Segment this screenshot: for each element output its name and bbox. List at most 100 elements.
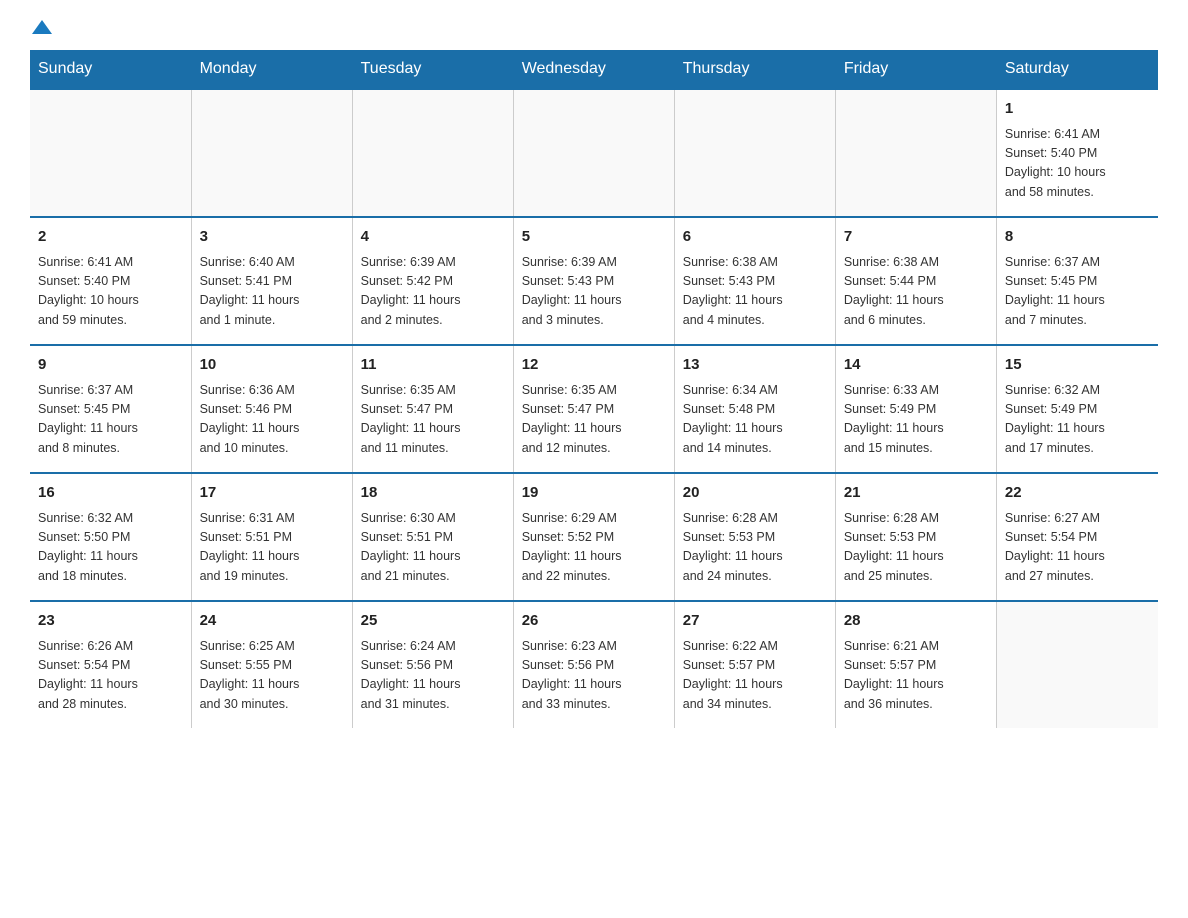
day-number: 9 — [38, 354, 183, 377]
day-info: Sunrise: 6:38 AM Sunset: 5:43 PM Dayligh… — [683, 253, 827, 331]
day-number: 28 — [844, 610, 988, 633]
calendar-cell: 20 Sunrise: 6:28 AM Sunset: 5:53 PM Dayli… — [674, 473, 835, 601]
day-info: Sunrise: 6:39 AM Sunset: 5:43 PM Dayligh… — [522, 253, 666, 331]
calendar-week-row: 16 Sunrise: 6:32 AM Sunset: 5:50 PM Dayli… — [30, 473, 1158, 601]
day-number: 11 — [361, 354, 505, 377]
day-number: 5 — [522, 226, 666, 249]
page-header — [30, 20, 1158, 34]
day-info: Sunrise: 6:41 AM Sunset: 5:40 PM Dayligh… — [1005, 125, 1150, 203]
calendar-header-row: Sunday Monday Tuesday Wednesday Thursday… — [30, 50, 1158, 89]
day-number: 23 — [38, 610, 183, 633]
day-number: 8 — [1005, 226, 1150, 249]
calendar-cell: 5 Sunrise: 6:39 AM Sunset: 5:43 PM Daylig… — [513, 217, 674, 345]
calendar-cell: 11 Sunrise: 6:35 AM Sunset: 5:47 PM Dayli… — [352, 345, 513, 473]
day-info: Sunrise: 6:35 AM Sunset: 5:47 PM Dayligh… — [361, 381, 505, 459]
day-info: Sunrise: 6:31 AM Sunset: 5:51 PM Dayligh… — [200, 509, 344, 587]
calendar-cell: 7 Sunrise: 6:38 AM Sunset: 5:44 PM Daylig… — [835, 217, 996, 345]
logo-triangle-icon — [32, 20, 52, 34]
calendar-cell — [835, 89, 996, 217]
calendar-cell: 13 Sunrise: 6:34 AM Sunset: 5:48 PM Dayli… — [674, 345, 835, 473]
day-info: Sunrise: 6:34 AM Sunset: 5:48 PM Dayligh… — [683, 381, 827, 459]
calendar-cell: 1 Sunrise: 6:41 AM Sunset: 5:40 PM Daylig… — [996, 89, 1157, 217]
calendar-week-row: 23Sunrise: 6:26 AM Sunset: 5:54 PM Dayli… — [30, 601, 1158, 728]
day-number: 15 — [1005, 354, 1150, 377]
calendar-cell: 16 Sunrise: 6:32 AM Sunset: 5:50 PM Dayli… — [30, 473, 191, 601]
calendar-cell: 3 Sunrise: 6:40 AM Sunset: 5:41 PM Daylig… — [191, 217, 352, 345]
calendar-cell: 18 Sunrise: 6:30 AM Sunset: 5:51 PM Dayli… — [352, 473, 513, 601]
calendar-cell: 19 Sunrise: 6:29 AM Sunset: 5:52 PM Dayli… — [513, 473, 674, 601]
calendar-table: Sunday Monday Tuesday Wednesday Thursday… — [30, 50, 1158, 728]
calendar-cell: 10 Sunrise: 6:36 AM Sunset: 5:46 PM Dayli… — [191, 345, 352, 473]
header-thursday: Thursday — [674, 50, 835, 89]
day-info: Sunrise: 6:21 AM Sunset: 5:57 PM Dayligh… — [844, 637, 988, 715]
day-number: 13 — [683, 354, 827, 377]
calendar-cell: 28 Sunrise: 6:21 AM Sunset: 5:57 PM Dayli… — [835, 601, 996, 728]
day-number: 7 — [844, 226, 988, 249]
calendar-cell: 4 Sunrise: 6:39 AM Sunset: 5:42 PM Daylig… — [352, 217, 513, 345]
day-info: Sunrise: 6:23 AM Sunset: 5:56 PM Dayligh… — [522, 637, 666, 715]
calendar-cell: 17 Sunrise: 6:31 AM Sunset: 5:51 PM Dayli… — [191, 473, 352, 601]
calendar-week-row: 9 Sunrise: 6:37 AM Sunset: 5:45 PM Daylig… — [30, 345, 1158, 473]
day-number: 26 — [522, 610, 666, 633]
day-number: 16 — [38, 482, 183, 505]
calendar-cell: 21Sunrise: 6:28 AM Sunset: 5:53 PM Dayli… — [835, 473, 996, 601]
calendar-cell: 23Sunrise: 6:26 AM Sunset: 5:54 PM Dayli… — [30, 601, 191, 728]
day-info: Sunrise: 6:37 AM Sunset: 5:45 PM Dayligh… — [1005, 253, 1150, 331]
header-sunday: Sunday — [30, 50, 191, 89]
day-info: Sunrise: 6:25 AM Sunset: 5:55 PM Dayligh… — [200, 637, 344, 715]
calendar-cell: 6 Sunrise: 6:38 AM Sunset: 5:43 PM Daylig… — [674, 217, 835, 345]
day-number: 12 — [522, 354, 666, 377]
day-number: 1 — [1005, 98, 1150, 121]
day-info: Sunrise: 6:24 AM Sunset: 5:56 PM Dayligh… — [361, 637, 505, 715]
logo — [30, 20, 52, 34]
day-number: 10 — [200, 354, 344, 377]
day-number: 27 — [683, 610, 827, 633]
calendar-week-row: 1 Sunrise: 6:41 AM Sunset: 5:40 PM Daylig… — [30, 89, 1158, 217]
calendar-cell — [674, 89, 835, 217]
day-info: Sunrise: 6:41 AM Sunset: 5:40 PM Dayligh… — [38, 253, 183, 331]
day-number: 17 — [200, 482, 344, 505]
calendar-cell: 8 Sunrise: 6:37 AM Sunset: 5:45 PM Daylig… — [996, 217, 1157, 345]
header-monday: Monday — [191, 50, 352, 89]
header-saturday: Saturday — [996, 50, 1157, 89]
day-number: 2 — [38, 226, 183, 249]
calendar-cell: 25Sunrise: 6:24 AM Sunset: 5:56 PM Dayli… — [352, 601, 513, 728]
day-info: Sunrise: 6:35 AM Sunset: 5:47 PM Dayligh… — [522, 381, 666, 459]
day-number: 19 — [522, 482, 666, 505]
day-info: Sunrise: 6:29 AM Sunset: 5:52 PM Dayligh… — [522, 509, 666, 587]
calendar-cell: 14 Sunrise: 6:33 AM Sunset: 5:49 PM Dayli… — [835, 345, 996, 473]
day-info: Sunrise: 6:36 AM Sunset: 5:46 PM Dayligh… — [200, 381, 344, 459]
day-number: 18 — [361, 482, 505, 505]
day-info: Sunrise: 6:38 AM Sunset: 5:44 PM Dayligh… — [844, 253, 988, 331]
day-info: Sunrise: 6:30 AM Sunset: 5:51 PM Dayligh… — [361, 509, 505, 587]
day-number: 14 — [844, 354, 988, 377]
day-number: 24 — [200, 610, 344, 633]
calendar-cell: 9 Sunrise: 6:37 AM Sunset: 5:45 PM Daylig… — [30, 345, 191, 473]
day-info: Sunrise: 6:27 AM Sunset: 5:54 PM Dayligh… — [1005, 509, 1150, 587]
calendar-cell — [191, 89, 352, 217]
day-info: Sunrise: 6:28 AM Sunset: 5:53 PM Dayligh… — [683, 509, 827, 587]
day-number: 4 — [361, 226, 505, 249]
header-wednesday: Wednesday — [513, 50, 674, 89]
day-info: Sunrise: 6:32 AM Sunset: 5:50 PM Dayligh… — [38, 509, 183, 587]
calendar-cell: 26 Sunrise: 6:23 AM Sunset: 5:56 PM Dayli… — [513, 601, 674, 728]
calendar-cell: 12 Sunrise: 6:35 AM Sunset: 5:47 PM Dayli… — [513, 345, 674, 473]
header-tuesday: Tuesday — [352, 50, 513, 89]
day-number: 6 — [683, 226, 827, 249]
day-number: 21 — [844, 482, 988, 505]
calendar-cell — [513, 89, 674, 217]
day-number: 20 — [683, 482, 827, 505]
calendar-cell — [996, 601, 1157, 728]
day-number: 3 — [200, 226, 344, 249]
day-info: Sunrise: 6:37 AM Sunset: 5:45 PM Dayligh… — [38, 381, 183, 459]
day-info: Sunrise: 6:39 AM Sunset: 5:42 PM Dayligh… — [361, 253, 505, 331]
day-info: Sunrise: 6:33 AM Sunset: 5:49 PM Dayligh… — [844, 381, 988, 459]
day-info: Sunrise: 6:22 AM Sunset: 5:57 PM Dayligh… — [683, 637, 827, 715]
calendar-week-row: 2 Sunrise: 6:41 AM Sunset: 5:40 PM Daylig… — [30, 217, 1158, 345]
calendar-cell: 15 Sunrise: 6:32 AM Sunset: 5:49 PM Dayli… — [996, 345, 1157, 473]
calendar-cell: 24 Sunrise: 6:25 AM Sunset: 5:55 PM Dayli… — [191, 601, 352, 728]
day-info: Sunrise: 6:40 AM Sunset: 5:41 PM Dayligh… — [200, 253, 344, 331]
day-info: Sunrise: 6:32 AM Sunset: 5:49 PM Dayligh… — [1005, 381, 1150, 459]
day-number: 22 — [1005, 482, 1150, 505]
calendar-cell: 27 Sunrise: 6:22 AM Sunset: 5:57 PM Dayli… — [674, 601, 835, 728]
